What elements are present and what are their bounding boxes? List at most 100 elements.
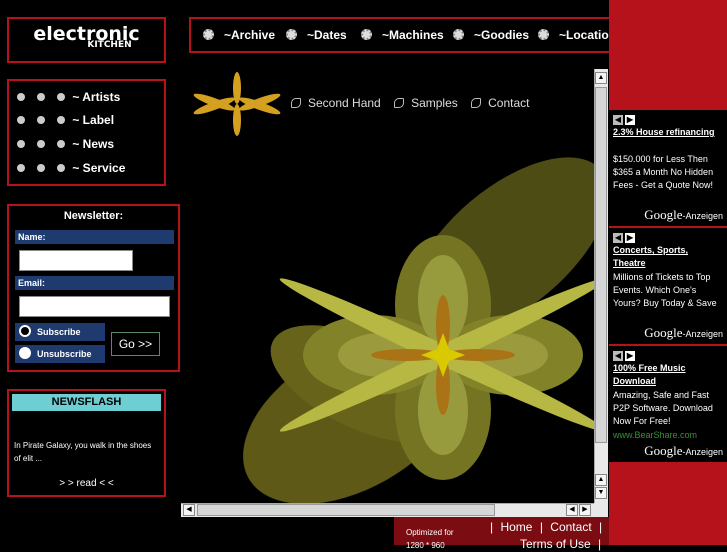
dots-icon xyxy=(17,163,69,173)
nav-label: ~Archive xyxy=(224,28,276,42)
email-field[interactable] xyxy=(19,296,170,317)
subnav-samples[interactable]: Samples xyxy=(394,96,458,110)
scroll-right-icon[interactable]: ▶ xyxy=(579,504,591,516)
footer-home-link[interactable]: Home xyxy=(500,520,532,534)
scroll-up-icon[interactable]: ▲ xyxy=(595,474,607,486)
footer-terms-link[interactable]: Terms of Use xyxy=(520,537,591,551)
resolution-label: 1280 * 960 xyxy=(406,541,445,550)
vertical-scroll-thumb[interactable] xyxy=(595,87,607,443)
newsflash-panel: NEWSFLASH In Pirate Galaxy, you walk in … xyxy=(7,389,166,497)
ad-nav[interactable]: ◀ ▶ xyxy=(613,231,637,244)
logo[interactable]: electronic KITCHEN xyxy=(9,25,164,50)
nav-location[interactable]: ~Locatio xyxy=(538,28,609,42)
logo-line2: KITCHEN xyxy=(87,40,132,50)
sidebar-item-news[interactable]: ~ News xyxy=(17,137,114,151)
footer-separator: | xyxy=(539,520,543,534)
scroll-left-icon[interactable]: ◀ xyxy=(566,504,578,516)
vertical-scrollbar[interactable]: ▲ ▲ ▼ xyxy=(594,69,608,503)
subnav-second-hand[interactable]: Second Hand xyxy=(291,96,381,110)
name-field[interactable] xyxy=(19,250,133,271)
horizontal-scrollbar[interactable]: ◀ ◀ ▶ xyxy=(181,503,594,517)
go-button[interactable]: Go >> xyxy=(111,332,160,356)
google-brand: Google xyxy=(644,443,683,458)
google-brand: Google xyxy=(644,325,683,340)
ad-title[interactable]: 2.3% House refinancing xyxy=(613,126,723,139)
gear-icon xyxy=(538,29,549,40)
newsletter-panel: Newsletter: Name: Email: Subscribe Unsub… xyxy=(7,204,180,372)
google-ads-label[interactable]: Google-Anzeigen xyxy=(644,444,723,459)
ad-body: Amazing, Safe and Fast P2P Software. Dow… xyxy=(613,390,713,426)
nav-label: ~Dates xyxy=(307,28,347,42)
nav-archive[interactable]: ~Archive xyxy=(203,28,275,42)
email-label: Email: xyxy=(15,276,174,290)
horizontal-scroll-thumb[interactable] xyxy=(197,504,495,516)
sidebar-item-label: ~ News xyxy=(72,137,115,151)
ad-body: Millions of Tickets to Top Events. Which… xyxy=(613,272,717,308)
subnav-contact[interactable]: Contact xyxy=(471,96,529,110)
sidebar-item-service[interactable]: ~ Service xyxy=(17,161,125,175)
footer-separator: | xyxy=(599,520,603,534)
dots-icon xyxy=(17,115,69,125)
ads-suffix: -Anzeigen xyxy=(682,211,723,221)
small-flower-icon xyxy=(193,72,281,136)
ads-suffix: -Anzeigen xyxy=(682,329,723,339)
scroll-down-icon[interactable]: ▼ xyxy=(595,487,607,499)
sidebar-item-label-page[interactable]: ~ Label xyxy=(17,113,114,127)
prev-arrow-icon[interactable]: ◀ xyxy=(613,115,623,125)
swirl-icon xyxy=(394,98,405,108)
footer-links-row2: Terms of Use | xyxy=(520,537,601,551)
scroll-up-icon[interactable]: ▲ xyxy=(595,72,607,84)
unsubscribe-option[interactable]: Unsubscribe xyxy=(15,345,105,363)
read-more-link[interactable]: > > read < < xyxy=(9,478,164,489)
gear-icon xyxy=(453,29,464,40)
scroll-left-icon[interactable]: ◀ xyxy=(183,504,195,516)
google-ads-label[interactable]: Google-Anzeigen xyxy=(644,326,723,341)
footer-contact-link[interactable]: Contact xyxy=(550,520,591,534)
next-arrow-icon[interactable]: ▶ xyxy=(625,115,635,125)
nav-machines[interactable]: ~Machines xyxy=(361,28,444,42)
dots-icon xyxy=(17,139,69,149)
gear-icon xyxy=(286,29,297,40)
nav-label: ~Machines xyxy=(382,28,444,42)
radio-selected-icon[interactable] xyxy=(19,325,31,337)
swirl-icon xyxy=(471,98,482,108)
google-ads-label[interactable]: Google-Anzeigen xyxy=(644,208,723,223)
logo-box[interactable]: electronic KITCHEN xyxy=(7,17,166,63)
next-arrow-icon[interactable]: ▶ xyxy=(625,233,635,243)
nav-dates[interactable]: ~Dates xyxy=(286,28,347,42)
ad-nav[interactable]: ◀ ▶ xyxy=(613,349,637,362)
ad-nav[interactable]: ◀ ▶ xyxy=(613,113,637,126)
ad-block-3[interactable]: ◀ ▶ 100% Free Music Download Amazing, Saf… xyxy=(609,346,727,462)
sidebar-item-label: ~ Service xyxy=(72,161,126,175)
top-navigation: ~Archive ~Dates ~Machines ~Goodies ~Loca… xyxy=(189,17,629,53)
swirl-icon xyxy=(291,98,301,108)
gear-icon xyxy=(361,29,372,40)
sub-navigation: Second Hand Samples Contact xyxy=(291,96,539,110)
scroll-corner xyxy=(594,503,608,517)
large-flower-icon xyxy=(243,157,594,503)
prev-arrow-icon[interactable]: ◀ xyxy=(613,233,623,243)
newsletter-title: Newsletter: xyxy=(63,210,124,222)
ad-title[interactable]: 100% Free Music Download xyxy=(613,362,723,388)
side-navigation: ~ Artists ~ Label ~ News ~ Service xyxy=(7,79,166,186)
subnav-label: Samples xyxy=(411,96,458,110)
subnav-label: Second Hand xyxy=(308,96,381,110)
nav-goodies[interactable]: ~Goodies xyxy=(453,28,529,42)
flower-artwork xyxy=(193,72,594,503)
ad-url[interactable]: www.BearShare.com xyxy=(613,429,697,442)
sidebar-item-artists[interactable]: ~ Artists xyxy=(17,90,120,104)
next-arrow-icon[interactable]: ▶ xyxy=(625,351,635,361)
ad-title[interactable]: Concerts, Sports, Theatre xyxy=(613,244,723,270)
ad-block-2[interactable]: ◀ ▶ Concerts, Sports, Theatre Millions of… xyxy=(609,228,727,344)
ad-body: $150.000 for Less Then $365 a Month No H… xyxy=(613,154,714,190)
ad-block-1[interactable]: ◀ ▶ 2.3% House refinancing $150.000 for L… xyxy=(609,110,727,226)
radio-icon[interactable] xyxy=(19,347,31,359)
google-brand: Google xyxy=(644,207,683,222)
prev-arrow-icon[interactable]: ◀ xyxy=(613,351,623,361)
nav-label: ~Goodies xyxy=(474,28,530,42)
subscribe-label: Subscribe xyxy=(37,327,81,337)
sidebar-item-label: ~ Artists xyxy=(72,90,121,104)
newsflash-title: NEWSFLASH xyxy=(12,394,161,411)
subscribe-option[interactable]: Subscribe xyxy=(15,323,105,341)
optimized-note: Optimized for 1280 * 960 xyxy=(406,526,454,552)
